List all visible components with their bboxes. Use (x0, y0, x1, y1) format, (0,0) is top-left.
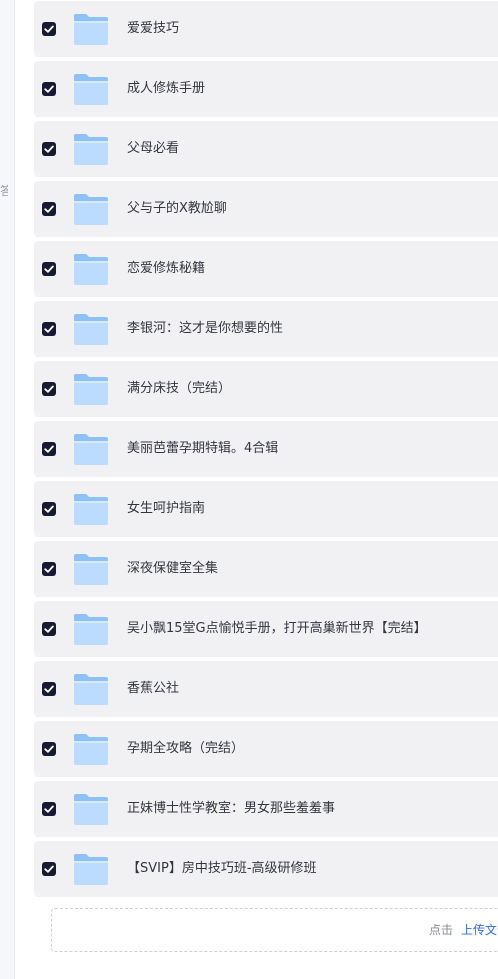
checkbox-checked-icon[interactable] (42, 442, 56, 456)
checkbox-checked-icon[interactable] (42, 82, 56, 96)
checkbox-checked-icon[interactable] (42, 322, 56, 336)
folder-row[interactable]: 女生呵护指南 (34, 481, 498, 537)
folder-row[interactable]: 香蕉公社 (34, 661, 498, 717)
checkbox-checked-icon[interactable] (42, 562, 56, 576)
checkbox-checked-icon[interactable] (42, 622, 56, 636)
folder-icon (73, 133, 109, 166)
sidebar-edge-text: 答 (0, 184, 8, 198)
folder-name: 成人修炼手册 (127, 81, 206, 96)
checkbox-checked-icon[interactable] (42, 262, 56, 276)
folder-row[interactable]: 恋爱修炼秘籍 (34, 241, 498, 297)
folder-icon (73, 553, 109, 586)
folder-name: 爱爱技巧 (127, 21, 180, 36)
folder-name: 香蕉公社 (127, 681, 180, 696)
checkbox-checked-icon[interactable] (42, 682, 56, 696)
folder-name: 吴小飘15堂G点愉悦手册，打开高巢新世界【完结】 (127, 621, 427, 636)
folder-name: 女生呵护指南 (127, 501, 206, 516)
checkbox-checked-icon[interactable] (42, 382, 56, 396)
folder-name: 父与子的X教尬聊 (127, 201, 227, 216)
folder-name: 满分床技（完结） (127, 381, 232, 396)
upload-file-link[interactable]: 上传文件 (461, 923, 498, 937)
folder-row[interactable]: 成人修炼手册 (34, 61, 498, 117)
checkbox-checked-icon[interactable] (42, 142, 56, 156)
folder-row[interactable]: 李银河：这才是你想要的性 (34, 301, 498, 357)
upload-prefix-text: 点击 (429, 923, 454, 937)
checkbox-checked-icon[interactable] (42, 862, 56, 876)
folder-row[interactable]: 父母必看 (34, 121, 498, 177)
folder-name: 李银河：这才是你想要的性 (127, 321, 284, 336)
upload-dropzone[interactable]: 点击上传文件 (51, 908, 498, 952)
folder-row[interactable]: 正妹博士性学教室：男女那些羞羞事 (34, 781, 498, 837)
folder-icon (73, 73, 109, 106)
upload-hint: 点击上传文件 (429, 909, 498, 951)
folder-icon (73, 13, 109, 46)
folder-icon (73, 253, 109, 286)
folder-row[interactable]: 深夜保健室全集 (34, 541, 498, 597)
checkbox-checked-icon[interactable] (42, 502, 56, 516)
folder-row[interactable]: 父与子的X教尬聊 (34, 181, 498, 237)
folder-icon (73, 673, 109, 706)
folder-icon (73, 853, 109, 886)
folder-row[interactable]: 吴小飘15堂G点愉悦手册，打开高巢新世界【完结】 (34, 601, 498, 657)
file-list-page: 答 爱爱技巧成人修炼手册 父母必看父与子的X教尬聊 恋爱修炼秘籍李银河：这才是你想要… (0, 0, 498, 979)
folder-icon (73, 493, 109, 526)
folder-name: 恋爱修炼秘籍 (127, 261, 206, 276)
left-sidebar-edge: 答 (0, 0, 15, 979)
folder-name: 孕期全攻略（完结） (127, 741, 245, 756)
folder-name: 父母必看 (127, 141, 180, 156)
checkbox-checked-icon[interactable] (42, 202, 56, 216)
folder-icon (73, 373, 109, 406)
folder-row[interactable]: 孕期全攻略（完结） (34, 721, 498, 777)
folder-name: 美丽芭蕾孕期特辑。4合辑 (127, 441, 279, 456)
folder-icon (73, 433, 109, 466)
folder-icon (73, 733, 109, 766)
folder-icon (73, 793, 109, 826)
folder-icon (73, 613, 109, 646)
folder-name: 深夜保健室全集 (127, 561, 219, 576)
checkbox-checked-icon[interactable] (42, 22, 56, 36)
folder-icon (73, 193, 109, 226)
checkbox-checked-icon[interactable] (42, 802, 56, 816)
folder-row[interactable]: 【SVIP】房中技巧班-高级研修班 (34, 841, 498, 897)
folder-icon (73, 313, 109, 346)
folder-name: 【SVIP】房中技巧班-高级研修班 (127, 861, 317, 876)
folder-row[interactable]: 满分床技（完结） (34, 361, 498, 417)
folder-row[interactable]: 美丽芭蕾孕期特辑。4合辑 (34, 421, 498, 477)
checkbox-checked-icon[interactable] (42, 742, 56, 756)
folder-row[interactable]: 爱爱技巧 (34, 1, 498, 57)
folder-name: 正妹博士性学教室：男女那些羞羞事 (127, 801, 336, 816)
